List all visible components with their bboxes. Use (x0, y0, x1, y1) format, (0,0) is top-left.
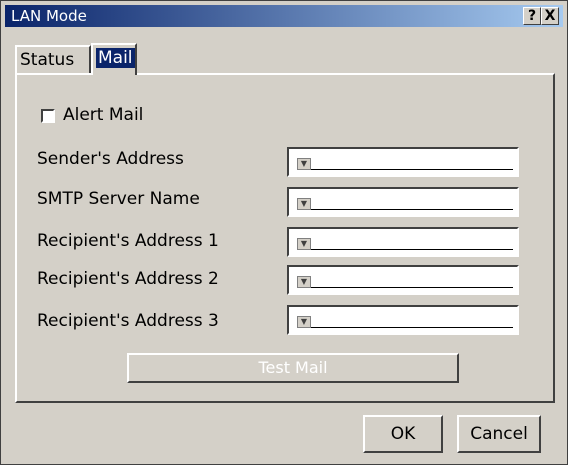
recipient-address-1-label: Recipient's Address 1 (37, 231, 219, 251)
help-icon: ? (527, 8, 537, 24)
window-title: LAN Mode (11, 7, 87, 25)
alert-mail-label: Alert Mail (63, 105, 144, 125)
dropdown-arrow-icon[interactable]: ▼ (297, 158, 311, 170)
help-button[interactable]: ? (523, 7, 541, 25)
field-underline (311, 249, 513, 250)
close-button[interactable]: X (541, 7, 559, 25)
tab-status-label: Status (20, 50, 75, 70)
field-underline (311, 209, 513, 210)
lan-mode-dialog: LAN Mode ? X Status Mail Alert Mail Send… (0, 0, 568, 465)
smtp-server-name-label: SMTP Server Name (37, 189, 200, 209)
cancel-button[interactable]: Cancel (457, 415, 541, 453)
recipient-address-2-label: Recipient's Address 2 (37, 269, 219, 289)
recipient-address-2-field[interactable]: ▼ (287, 265, 519, 295)
senders-address-field[interactable]: ▼ (287, 147, 519, 177)
smtp-server-name-field[interactable]: ▼ (287, 187, 519, 217)
tab-mail[interactable]: Mail (91, 43, 137, 75)
tab-mail-label: Mail (96, 48, 135, 68)
field-underline (311, 327, 513, 328)
dropdown-arrow-icon[interactable]: ▼ (297, 316, 311, 328)
dropdown-arrow-icon[interactable]: ▼ (297, 276, 311, 288)
dropdown-arrow-icon[interactable]: ▼ (297, 198, 311, 210)
close-icon: X (544, 8, 556, 24)
tab-status[interactable]: Status (15, 45, 91, 73)
recipient-address-3-field[interactable]: ▼ (287, 305, 519, 335)
recipient-address-1-field[interactable]: ▼ (287, 227, 519, 257)
title-bar[interactable]: LAN Mode ? X (5, 5, 563, 27)
mail-panel: Alert Mail Sender's Address ▼ SMTP Serve… (15, 73, 555, 403)
field-underline (311, 287, 513, 288)
ok-button[interactable]: OK (363, 415, 443, 453)
field-underline (311, 169, 513, 170)
recipient-address-3-label: Recipient's Address 3 (37, 311, 219, 331)
test-mail-button[interactable]: Test Mail (127, 353, 459, 383)
alert-mail-checkbox[interactable] (41, 109, 55, 123)
senders-address-label: Sender's Address (37, 149, 184, 169)
dropdown-arrow-icon[interactable]: ▼ (297, 238, 311, 250)
